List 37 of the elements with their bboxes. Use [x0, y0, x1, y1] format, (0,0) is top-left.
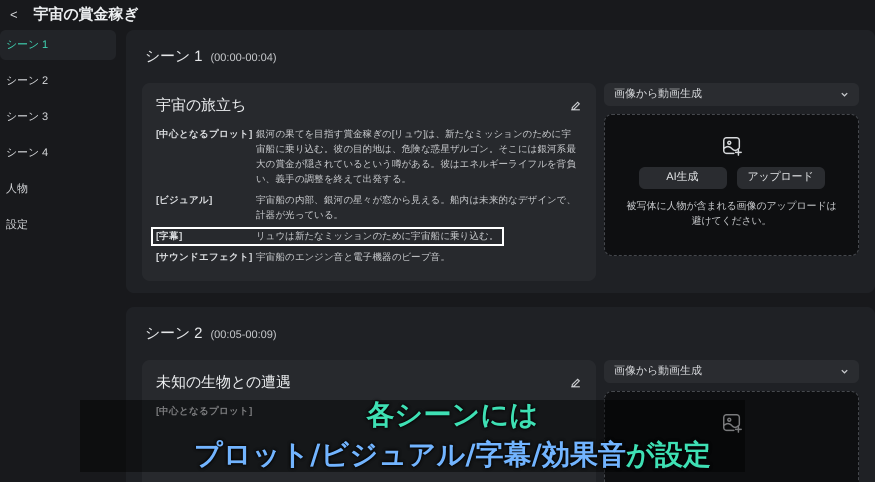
- mode-dropdown[interactable]: 画像から動画生成: [604, 360, 859, 382]
- edit-icon[interactable]: [569, 99, 582, 112]
- upload-dropzone[interactable]: AI生成 アップロード 被写体に人物が含まれる画像のアップロードは避けてください。: [604, 114, 859, 256]
- scene-time: (00:05-00:09): [210, 328, 277, 343]
- mode-dropdown[interactable]: 画像から動画生成: [604, 82, 859, 106]
- sidebar-item[interactable]: シーン 3: [0, 102, 116, 132]
- scene-title: 未知の生物との遭遇: [156, 372, 291, 392]
- field-label: [ビジュアル]: [156, 194, 214, 208]
- upload-option-button[interactable]: AI生成: [638, 166, 726, 188]
- field-label: [サウンドエフェクト]: [156, 251, 254, 265]
- window-title: 宇宙の賞金稼ぎ: [34, 4, 139, 25]
- sidebar-item[interactable]: シーン 1: [0, 30, 116, 60]
- sidebar-item[interactable]: 設定: [0, 210, 116, 240]
- upload-option-button[interactable]: アップロード: [736, 166, 824, 188]
- sidebar-item[interactable]: 人物: [0, 174, 116, 204]
- scene-heading: シーン 1: [145, 47, 203, 67]
- caption-line: 各シーンには: [366, 398, 538, 432]
- field-text: リュウは新たなミッションのために宇宙船に乗り込む。: [256, 230, 499, 244]
- field-label: [中心となるプロット]: [156, 128, 254, 142]
- field-text: 宇宙船のエンジン音と電子機器のビープ音。: [256, 251, 450, 265]
- field-text: 銀河の果てを目指す賞金稼ぎの[リュウ]は、新たなミッションのために宇宙船に乗り込む。彼の目的地は、危険な惑星ザルゴン。そこには銀河系最大の賞金が隠されているという噂がある。彼はエネルギーライフルを背負い、義手の調整を終えて出発する。: [256, 128, 578, 187]
- scene-title: 宇宙の旅立ち: [156, 96, 246, 116]
- sidebar-item[interactable]: シーン 4: [0, 138, 116, 168]
- edit-icon[interactable]: [569, 376, 582, 390]
- chevron-down-icon: [840, 366, 849, 376]
- image-add-icon: [720, 412, 742, 434]
- chevron-down-icon: [840, 90, 849, 98]
- scene-heading: シーン 2: [145, 324, 203, 344]
- sidebar-item[interactable]: シーン 2: [0, 66, 116, 96]
- image-add-icon: [720, 134, 742, 156]
- back-button[interactable]: <: [6, 5, 22, 25]
- scene-time: (00:00-00:04): [210, 51, 277, 66]
- field-label: [字幕]: [156, 230, 184, 244]
- caption-line: プロット/ビジュアル/字幕/効果音が設定: [194, 438, 711, 472]
- field-label: [中心となるプロット]: [156, 404, 254, 419]
- upload-note: 被写体に人物が含まれる画像のアップロードは避けてください。: [626, 200, 838, 228]
- field-text: 宇宙船の内部、銀河の星々が窓から見える。船内は未来的なデザインで、計器が光っている。: [256, 194, 578, 223]
